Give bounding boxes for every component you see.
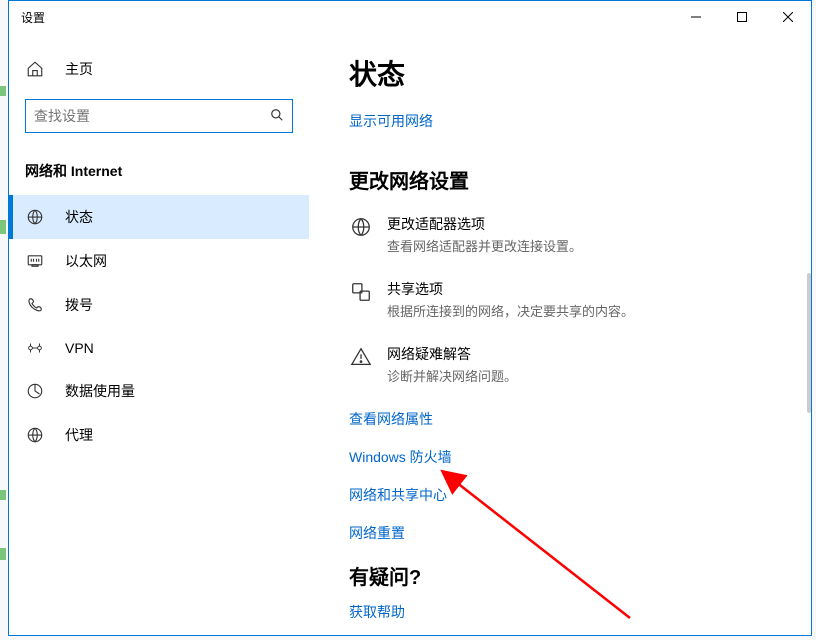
- page-heading: 状态: [349, 53, 781, 93]
- window-controls: [673, 1, 811, 33]
- home-button[interactable]: 主页: [9, 49, 309, 89]
- option-title: 网络疑难解答: [387, 344, 517, 364]
- sidebar: 主页 网络和 Internet 状态 以太网: [9, 33, 309, 635]
- vpn-icon: [25, 339, 45, 357]
- nav-item-ethernet[interactable]: 以太网: [9, 239, 309, 283]
- window-title: 设置: [21, 9, 45, 26]
- settings-window: 设置 主页: [8, 0, 812, 636]
- option-desc: 诊断并解决网络问题。: [387, 366, 517, 385]
- nav-item-proxy[interactable]: 代理: [9, 413, 309, 457]
- change-settings-heading: 更改网络设置: [349, 165, 781, 194]
- warning-icon: [349, 346, 373, 368]
- option-title: 更改适配器选项: [387, 214, 582, 234]
- option-desc: 查看网络适配器并更改连接设置。: [387, 236, 582, 255]
- data-icon: [25, 382, 45, 400]
- option-title: 共享选项: [387, 279, 634, 299]
- option-desc: 根据所连接到的网络，决定要共享的内容。: [387, 301, 634, 320]
- section-label: 网络和 Internet: [9, 153, 309, 195]
- globe-icon: [25, 208, 45, 226]
- nav-label: 代理: [65, 425, 93, 445]
- title-bar: 设置: [9, 1, 811, 33]
- maximize-button[interactable]: [719, 1, 765, 33]
- nav-item-status[interactable]: 状态: [9, 195, 309, 239]
- option-sharing[interactable]: 共享选项 根据所连接到的网络，决定要共享的内容。: [349, 279, 781, 320]
- scrollbar[interactable]: [807, 273, 811, 413]
- nav-label: 拨号: [65, 295, 93, 315]
- option-troubleshoot[interactable]: 网络疑难解答 诊断并解决网络问题。: [349, 344, 781, 385]
- show-networks-link[interactable]: 显示可用网络: [349, 111, 433, 131]
- nav-label: 数据使用量: [65, 381, 135, 401]
- search-input[interactable]: [34, 108, 270, 124]
- help-link[interactable]: 获取帮助: [349, 602, 405, 622]
- sharing-icon: [349, 281, 373, 303]
- content-area: 主页 网络和 Internet 状态 以太网: [9, 33, 811, 635]
- ethernet-icon: [25, 252, 45, 270]
- minimize-button[interactable]: [673, 1, 719, 33]
- home-label: 主页: [65, 59, 93, 79]
- link-firewall[interactable]: Windows 防火墙: [349, 447, 781, 467]
- link-sharing-center[interactable]: 网络和共享中心: [349, 485, 781, 505]
- main-panel: 状态 显示可用网络 更改网络设置 更改适配器选项 查看网络适配器并更改连接设置。…: [309, 33, 811, 635]
- link-properties[interactable]: 查看网络属性: [349, 409, 781, 429]
- nav-item-dialup[interactable]: 拨号: [9, 283, 309, 327]
- option-text: 更改适配器选项 查看网络适配器并更改连接设置。: [387, 214, 582, 255]
- option-adapter[interactable]: 更改适配器选项 查看网络适配器并更改连接设置。: [349, 214, 781, 255]
- nav-item-vpn[interactable]: VPN: [9, 327, 309, 369]
- home-icon: [25, 60, 45, 78]
- links-block: 查看网络属性 Windows 防火墙 网络和共享中心 网络重置: [349, 409, 781, 543]
- nav-label: VPN: [65, 340, 94, 356]
- adapter-icon: [349, 216, 373, 238]
- close-button[interactable]: [765, 1, 811, 33]
- nav-item-data-usage[interactable]: 数据使用量: [9, 369, 309, 413]
- search-box[interactable]: [25, 99, 293, 133]
- question-heading: 有疑问?: [349, 561, 781, 590]
- link-reset[interactable]: 网络重置: [349, 523, 781, 543]
- nav-label: 状态: [65, 207, 93, 227]
- proxy-icon: [25, 426, 45, 444]
- option-text: 共享选项 根据所连接到的网络，决定要共享的内容。: [387, 279, 634, 320]
- phone-icon: [25, 296, 45, 314]
- nav-label: 以太网: [65, 251, 107, 271]
- background-edge: [0, 0, 8, 640]
- search-icon: [270, 108, 284, 125]
- option-text: 网络疑难解答 诊断并解决网络问题。: [387, 344, 517, 385]
